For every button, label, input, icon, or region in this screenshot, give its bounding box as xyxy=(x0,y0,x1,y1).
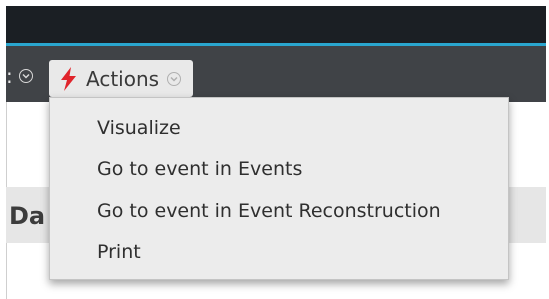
actions-dropdown-menu: Visualize Go to event in Events Go to ev… xyxy=(49,97,509,280)
panel-title: Da xyxy=(9,202,46,230)
previous-menu-label: : xyxy=(6,64,13,88)
chevron-down-icon xyxy=(18,69,33,83)
actions-menu-label: Actions xyxy=(86,66,160,91)
chevron-down-icon xyxy=(167,71,182,86)
menu-item-go-to-event-reconstruction[interactable]: Go to event in Event Reconstruction xyxy=(97,200,441,222)
actions-menu-button[interactable]: Actions xyxy=(49,60,193,97)
menu-item-visualize[interactable]: Visualize xyxy=(97,117,181,139)
menu-item-go-to-events[interactable]: Go to event in Events xyxy=(97,158,302,180)
menu-item-print[interactable]: Print xyxy=(97,241,141,263)
top-bar xyxy=(6,6,546,46)
lightning-bolt-icon xyxy=(61,66,76,91)
previous-menu-tab[interactable]: : xyxy=(6,64,33,88)
